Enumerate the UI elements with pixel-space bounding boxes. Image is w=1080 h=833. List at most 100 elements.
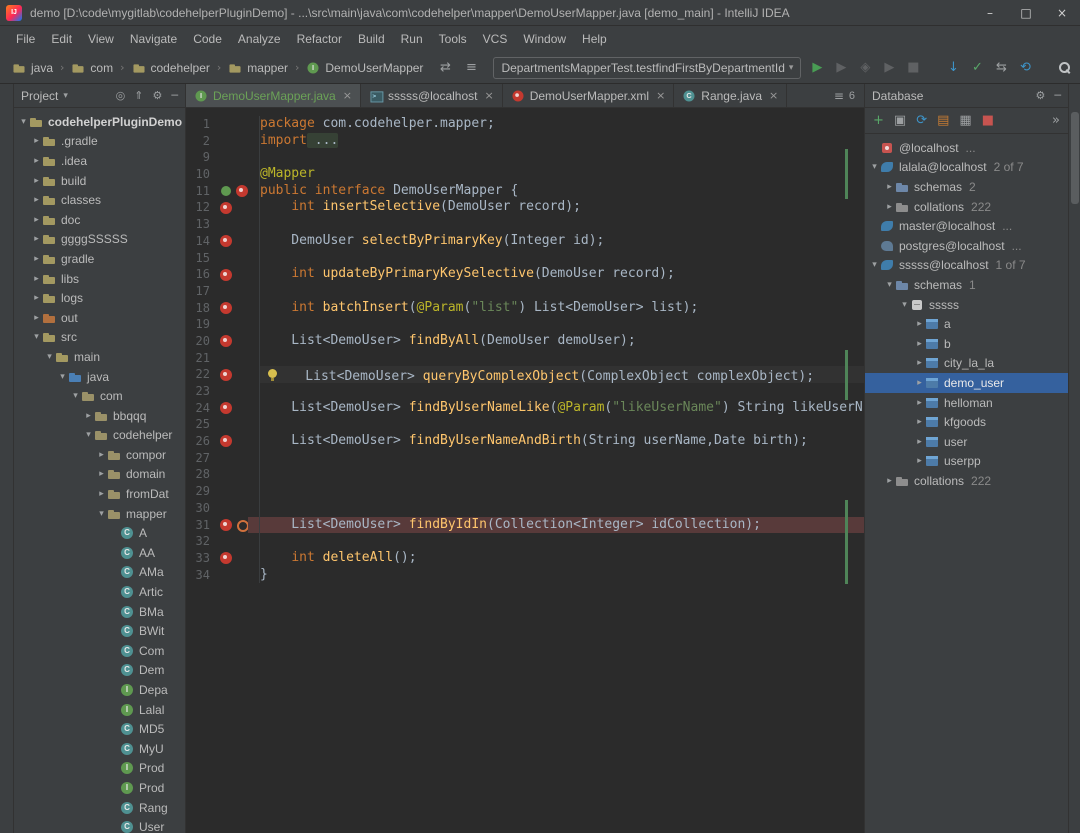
breadcrumb-item-DemoUserMapper[interactable]: DemoUserMapper xyxy=(304,60,425,76)
code-line-27[interactable]: 27 xyxy=(186,450,864,467)
menu-vcs[interactable]: VCS xyxy=(475,29,516,49)
chevron-down-icon[interactable]: ▾ xyxy=(83,430,94,440)
maximize-button[interactable]: □ xyxy=(1008,0,1044,25)
db-item-b[interactable]: ▸b xyxy=(865,334,1068,354)
db-item-schemas[interactable]: ▸schemas2 xyxy=(865,177,1068,197)
project-item-Lalal[interactable]: Lalal xyxy=(14,700,185,720)
db-item-kfgoods[interactable]: ▸kfgoods xyxy=(865,412,1068,432)
project-panel-header[interactable]: Project ▾ ◎⇑⚙─ xyxy=(14,84,185,108)
profile-button[interactable]: ▶ xyxy=(877,57,901,79)
project-item-Rang[interactable]: Rang xyxy=(14,798,185,818)
collapse-all-icon[interactable]: ⇑ xyxy=(134,89,143,102)
db-item-lalala@localhost[interactable]: ▾lalala@localhost2 of 7 xyxy=(865,158,1068,178)
db-item-master@localhost[interactable]: master@localhost... xyxy=(865,216,1068,236)
code-line-9[interactable]: 9 xyxy=(186,149,864,166)
breadcrumb-item-java[interactable]: java xyxy=(10,60,55,76)
more-icon[interactable]: » xyxy=(1052,113,1060,128)
chevron-right-icon[interactable]: ▸ xyxy=(31,293,42,303)
project-item-Prod[interactable]: Prod xyxy=(14,778,185,798)
menu-code[interactable]: Code xyxy=(185,29,230,49)
close-icon[interactable]: × xyxy=(343,89,352,102)
code-line-17[interactable]: 17 xyxy=(186,283,864,300)
db-item-sssss@localhost[interactable]: ▾sssss@localhost1 of 7 xyxy=(865,256,1068,276)
chevron-right-icon[interactable]: ▸ xyxy=(914,378,925,388)
chevron-down-icon[interactable]: ▾ xyxy=(884,280,895,290)
chevron-right-icon[interactable]: ▸ xyxy=(31,195,42,205)
code-line-18[interactable]: 18 int batchInsert(@Param("list") List<D… xyxy=(186,300,864,317)
project-item-MD5[interactable]: MD5 xyxy=(14,719,185,739)
code-line-23[interactable]: 23 xyxy=(186,383,864,400)
project-item-AA[interactable]: AA xyxy=(14,543,185,563)
locate-file-icon[interactable]: ◎ xyxy=(116,89,126,102)
project-item-fromDat[interactable]: ▸fromDat xyxy=(14,484,185,504)
db-item-collations[interactable]: ▸collations222 xyxy=(865,197,1068,217)
mybatis-icon[interactable] xyxy=(219,518,233,532)
code-line-10[interactable]: 10@Mapper xyxy=(186,166,864,183)
minimize-button[interactable]: – xyxy=(972,0,1008,25)
project-item-User[interactable]: User xyxy=(14,817,185,833)
code-line-31[interactable]: 31 List<DemoUser> findByIdIn(Collection<… xyxy=(186,517,864,534)
chevron-down-icon[interactable]: ▾ xyxy=(63,91,68,101)
code-line-11[interactable]: 11public interface DemoUserMapper { xyxy=(186,183,864,200)
breadcrumb-item-mapper[interactable]: mapper xyxy=(226,60,290,76)
chevron-down-icon[interactable]: ▾ xyxy=(31,332,42,342)
add-datasource-icon[interactable]: + xyxy=(873,113,884,128)
project-item-build[interactable]: ▸build xyxy=(14,171,185,191)
project-item-java[interactable]: ▾java xyxy=(14,367,185,387)
project-item-out[interactable]: ▸out xyxy=(14,308,185,328)
project-item-compor[interactable]: ▸compor xyxy=(14,445,185,465)
project-item-.gradle[interactable]: ▸.gradle xyxy=(14,132,185,152)
project-item-A[interactable]: A xyxy=(14,523,185,543)
close-button[interactable]: × xyxy=(1044,0,1080,25)
code-line-32[interactable]: 32 xyxy=(186,533,864,550)
project-item-com[interactable]: ▾com xyxy=(14,386,185,406)
db-item-@localhost[interactable]: @localhost... xyxy=(865,138,1068,158)
menu-refactor[interactable]: Refactor xyxy=(289,29,350,49)
project-item-doc[interactable]: ▸doc xyxy=(14,210,185,230)
db-item-schemas[interactable]: ▾schemas1 xyxy=(865,275,1068,295)
toolwindow-button-database[interactable] xyxy=(1071,112,1079,204)
code-line-19[interactable]: 19 xyxy=(186,316,864,333)
mybatis-icon[interactable] xyxy=(235,184,249,198)
structure-view-icon[interactable]: ≡ xyxy=(459,57,483,79)
menu-tools[interactable]: Tools xyxy=(431,29,475,49)
db-item-a[interactable]: ▸a xyxy=(865,314,1068,334)
chevron-right-icon[interactable]: ▸ xyxy=(914,398,925,408)
close-icon[interactable]: × xyxy=(656,89,665,102)
editor[interactable]: 1package com.codehelper.mapper;2import .… xyxy=(186,108,864,833)
code-line-14[interactable]: 14 DemoUser selectByPrimaryKey(Integer i… xyxy=(186,233,864,250)
mybatis-icon[interactable] xyxy=(219,234,233,248)
project-item-Prod[interactable]: Prod xyxy=(14,759,185,779)
db-item-collations[interactable]: ▸collations222 xyxy=(865,471,1068,491)
chevron-down-icon[interactable]: ▾ xyxy=(869,162,880,172)
chevron-down-icon[interactable]: ▾ xyxy=(899,300,910,310)
chevron-right-icon[interactable]: ▸ xyxy=(884,476,895,486)
chevron-right-icon[interactable]: ▸ xyxy=(31,234,42,244)
code-line-1[interactable]: 1package com.codehelper.mapper; xyxy=(186,116,864,133)
diagram-icon[interactable]: ▦ xyxy=(959,113,971,128)
code-line-20[interactable]: 20 List<DemoUser> findByAll(DemoUser dem… xyxy=(186,333,864,350)
menu-build[interactable]: Build xyxy=(350,29,393,49)
code-line-21[interactable]: 21 xyxy=(186,350,864,367)
bulb-icon[interactable] xyxy=(266,368,280,382)
project-item-Depa[interactable]: Depa xyxy=(14,680,185,700)
chevron-right-icon[interactable]: ▸ xyxy=(884,202,895,212)
chevron-right-icon[interactable]: ▸ xyxy=(884,182,895,192)
tab-sssss@localhost[interactable]: sssss@localhost× xyxy=(361,84,503,107)
chevron-right-icon[interactable]: ▸ xyxy=(96,450,107,460)
code-line-22[interactable]: 22 List<DemoUser> queryByComplexObject(C… xyxy=(186,366,864,383)
stop-icon[interactable]: ■ xyxy=(982,113,994,128)
database-panel-header[interactable]: Database ⚙─ xyxy=(865,84,1068,108)
code-line-15[interactable]: 15 xyxy=(186,250,864,267)
project-item-BMa[interactable]: BMa xyxy=(14,602,185,622)
chevron-right-icon[interactable]: ▸ xyxy=(914,456,925,466)
breadcrumb-item-codehelper[interactable]: codehelper xyxy=(130,60,212,76)
edit-source-icon[interactable]: ▣ xyxy=(894,113,906,128)
chevron-right-icon[interactable]: ▸ xyxy=(914,319,925,329)
chevron-right-icon[interactable]: ▸ xyxy=(31,156,42,166)
update-project-button[interactable]: ↓ xyxy=(941,57,965,79)
stop-button[interactable]: ■ xyxy=(901,57,925,79)
compare-button[interactable]: ⇆ xyxy=(989,57,1013,79)
menu-help[interactable]: Help xyxy=(574,29,615,49)
db-item-user[interactable]: ▸user xyxy=(865,432,1068,452)
